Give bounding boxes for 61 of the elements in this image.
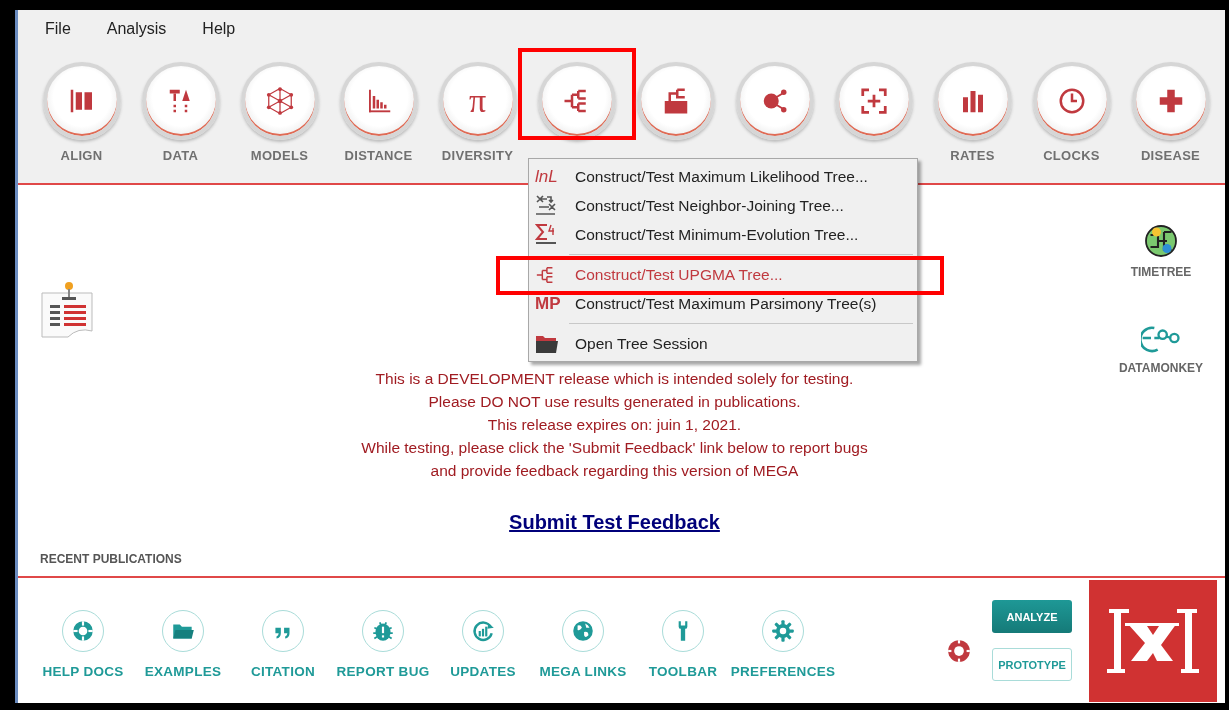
menu-bar-item[interactable]: Help (202, 20, 236, 38)
branch-swap-icon (535, 193, 557, 218)
menu-item[interactable]: Construct/Test Minimum-Evolution Tree... (529, 220, 917, 249)
tool-label: DIVERSITY (441, 148, 514, 164)
tool-icon (858, 86, 889, 116)
mode-button[interactable]: PROTOTYPE (992, 648, 1072, 681)
footer-link[interactable]: HELP DOCS (42, 664, 124, 679)
footer-link[interactable]: PREFERENCES (730, 664, 836, 679)
lifebuoy-icon (946, 637, 972, 664)
tool-label: MODELS (250, 148, 309, 164)
footer-icon (470, 618, 496, 644)
footer-link[interactable]: MEGA LINKS (539, 664, 627, 679)
notice-line: This release expires on: juin 1, 2021. (487, 415, 742, 435)
menu-item[interactable]: Open Tree Session (529, 329, 917, 358)
menu-item[interactable]: MP Construct/Test Maximum Parsimony Tree(s) (529, 289, 917, 318)
logo-mark-icon (1105, 608, 1201, 673)
footer-icon (770, 618, 796, 644)
footer-icon-button[interactable] (162, 610, 204, 652)
sigma-icon (535, 222, 557, 247)
tool-label: DISTANCE (344, 148, 413, 164)
footer-link[interactable]: REPORT BUG (336, 664, 430, 679)
footer-icon-button[interactable] (662, 610, 704, 652)
footer-icon-button[interactable] (562, 610, 604, 652)
tool-label: DISEASE (1140, 148, 1201, 164)
menu-item[interactable]: Construct/Test Neighbor-Joining Tree... (529, 191, 917, 220)
tool-button[interactable] (636, 62, 715, 140)
footer-icon-button[interactable] (762, 610, 804, 652)
footer-link[interactable]: UPDATES (450, 664, 516, 679)
feedback-link[interactable]: Submit Test Feedback (509, 511, 720, 534)
folder-icon (535, 333, 559, 354)
badge-icon: MP (535, 293, 561, 314)
menu-bar-item[interactable]: File (45, 20, 71, 38)
menu-item[interactable]: lnL Construct/Test Maximum Likelihood Tree... (529, 162, 917, 191)
footer-icon-button[interactable] (462, 610, 504, 652)
footer-icon-button[interactable] (62, 610, 104, 652)
footer-link[interactable]: TOOLBAR (648, 664, 718, 679)
footer-icon (570, 618, 596, 644)
notice-line: This is a DEVELOPMENT release which is intended solely for testing. (375, 369, 854, 389)
footer-icon (70, 618, 96, 644)
footer-link[interactable]: CITATION (250, 664, 316, 679)
menu-item[interactable]: Construct/Test UPGMA Tree... (529, 260, 917, 289)
notice-line: and provide feedback regarding this version of MEGA (430, 461, 799, 481)
side-link[interactable]: DATAMONKEY (1118, 361, 1204, 375)
notice-line: While testing, please click the 'Submit Feedback' link below to report bugs (361, 438, 868, 458)
tool-label: DATA (162, 148, 199, 164)
menu-bar-item[interactable]: Analysis (106, 20, 167, 38)
section-heading: RECENT PUBLICATIONS (40, 552, 183, 566)
tree-globe-icon (1143, 223, 1179, 259)
tool-label: CLOCKS (1043, 148, 1100, 164)
footer-icon-button[interactable] (262, 610, 304, 652)
side-link[interactable]: TIMETREE (1130, 265, 1192, 279)
mode-button[interactable]: ANALYZE (992, 600, 1072, 633)
tool-label: ALIGN (60, 148, 103, 164)
badge-icon: lnL (535, 166, 558, 187)
diversity-button[interactable]: π (438, 62, 517, 140)
pi-icon: π (468, 84, 487, 118)
tool-label: RATES (950, 148, 995, 164)
footer-icon-button[interactable] (362, 610, 404, 652)
footer-link[interactable]: EXAMPLES (144, 664, 222, 679)
notice-line: Please DO NOT use results generated in publications. (428, 392, 801, 412)
tool-icon (264, 86, 295, 116)
